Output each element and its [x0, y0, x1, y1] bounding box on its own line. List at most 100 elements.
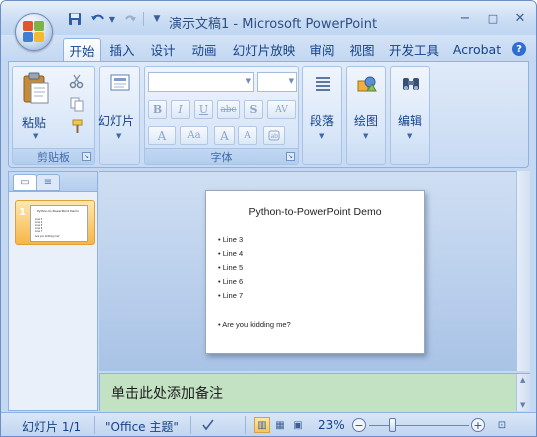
shadow-button[interactable]: S	[244, 100, 263, 119]
normal-view-icon[interactable]: ▥	[254, 417, 270, 433]
slide-bullet-text: Line 6	[222, 277, 244, 286]
slide-show-icon[interactable]: ▣	[290, 417, 306, 433]
underline-button[interactable]: U	[194, 100, 213, 119]
character-spacing-button[interactable]: AV	[267, 100, 296, 119]
slides-button[interactable]: 幻灯片 ▼	[98, 70, 141, 142]
thumb-bullet: Are you kidding me?	[35, 235, 60, 238]
zoom-in-icon[interactable]: +	[471, 418, 485, 432]
tab-insert[interactable]: 插入	[105, 38, 139, 61]
notes-pane[interactable]: 单击此处添加备注 ▲ ▼	[99, 373, 530, 411]
slides-dropdown-icon: ▼	[116, 132, 122, 140]
status-bar: 幻灯片 1/1 "Office 主题" ▥ ▦ ▣ 23% − + ⊡	[1, 412, 536, 436]
status-separator	[245, 416, 246, 434]
tab-review[interactable]: 审阅	[305, 38, 339, 61]
help-icon[interactable]: ?	[512, 42, 526, 56]
svg-text:ab: ab	[271, 133, 279, 140]
clipboard-group-text: 剪贴板	[37, 150, 70, 164]
editor-scrollbar[interactable]	[516, 171, 530, 371]
clipboard-group-label: 剪贴板 ↘	[13, 148, 94, 164]
maximize-button[interactable]: □	[481, 9, 505, 27]
spell-check-icon[interactable]	[200, 417, 216, 433]
shrink-font-button[interactable]: A	[238, 126, 257, 145]
slide-bullet[interactable]: • Line 5	[218, 263, 243, 272]
tab-design[interactable]: 设计	[146, 38, 180, 61]
paste-button[interactable]: 粘贴 ▼	[17, 70, 57, 142]
paragraph-label: 段落	[310, 114, 335, 128]
font-color-button[interactable]: A	[148, 126, 176, 145]
zoom-out-icon[interactable]: −	[352, 418, 366, 432]
slides-pane: ▭ ≡ 1 Python-to-PowerPoint Demo Line 3 L…	[8, 171, 98, 411]
strikethrough-button[interactable]: abc	[217, 100, 240, 119]
scroll-down-icon[interactable]: ▼	[520, 401, 525, 409]
window-title: 演示文稿1 - Microsoft PowerPoint	[169, 17, 378, 32]
zoom-level[interactable]: 23%	[318, 418, 345, 432]
slides-label: 幻灯片	[98, 114, 135, 128]
format-painter-icon[interactable]	[69, 119, 87, 135]
change-case-button[interactable]: Aa	[180, 126, 208, 145]
status-separator	[190, 416, 191, 434]
font-launcher-icon[interactable]: ↘	[286, 152, 295, 161]
clipboard-launcher-icon[interactable]: ↘	[82, 152, 91, 161]
paragraph-button[interactable]: 段落 ▼	[303, 70, 343, 162]
zoom-slider-track[interactable]	[369, 425, 469, 426]
slide-editor: Python-to-PowerPoint Demo • Line 3 • Lin…	[99, 171, 530, 371]
minimize-button[interactable]: −	[453, 9, 477, 27]
tab-home[interactable]: 开始	[63, 38, 101, 61]
outline-tab-icon[interactable]: ≡	[36, 174, 60, 191]
slide-canvas[interactable]: Python-to-PowerPoint Demo • Line 3 • Lin…	[205, 190, 425, 354]
drawing-button[interactable]: 绘图 ▼	[347, 70, 387, 162]
font-group-text: 字体	[210, 150, 233, 164]
clipboard-group: 粘贴 ▼ 剪贴板 ↘	[12, 66, 95, 165]
slide-bullet[interactable]: • Line 3	[218, 235, 243, 244]
thumb-bullet: Line 7	[35, 230, 43, 233]
cut-icon[interactable]	[69, 73, 87, 89]
powerpoint-window: ▼ ▼ 演示文稿1 - Microsoft PowerPoint − □ ✕ 开…	[0, 0, 537, 437]
italic-button[interactable]: I	[171, 100, 190, 119]
slide-thumbnail[interactable]: 1 Python-to-PowerPoint Demo Line 3 Line …	[15, 200, 95, 245]
ribbon-tabs: 开始 插入 设计 动画 幻灯片放映 审阅 视图 开发工具 Acrobat	[1, 35, 536, 61]
clear-formatting-icon[interactable]: ab	[263, 126, 285, 145]
drawing-label: 绘图	[354, 114, 379, 128]
scroll-up-icon[interactable]: ▲	[520, 376, 525, 384]
slide-bullet-text: Line 3	[222, 235, 244, 244]
toolbar-separator	[143, 12, 144, 26]
slides-pane-tabs: ▭ ≡	[9, 172, 97, 192]
slides-group: 幻灯片 ▼	[98, 66, 141, 165]
undo-dropdown-icon[interactable]: ▼	[107, 10, 117, 28]
slide-bullet-text: Line 4	[222, 249, 244, 258]
slide-bullet-text: Are you kidding me?	[222, 320, 291, 329]
font-size-box[interactable]: ▼	[257, 72, 297, 92]
slides-tab-icon[interactable]: ▭	[13, 174, 37, 191]
slide-bullet[interactable]: • Are you kidding me?	[218, 320, 291, 329]
copy-icon[interactable]	[69, 96, 87, 112]
grow-font-button[interactable]: A	[214, 126, 235, 145]
slide-bullet[interactable]: • Line 4	[218, 249, 243, 258]
save-icon[interactable]	[65, 10, 85, 28]
slide-counter: 幻灯片 1/1	[22, 420, 82, 434]
close-button[interactable]: ✕	[508, 9, 532, 27]
tab-view[interactable]: 视图	[345, 38, 379, 61]
undo-icon[interactable]	[87, 10, 109, 28]
bold-button[interactable]: B	[148, 100, 167, 119]
notes-placeholder[interactable]: 单击此处添加备注	[111, 383, 223, 403]
editing-button[interactable]: 编辑 ▼	[391, 70, 431, 162]
slide-bullet[interactable]: • Line 7	[218, 291, 243, 300]
font-name-box[interactable]: ▼	[148, 72, 254, 92]
slide-title[interactable]: Python-to-PowerPoint Demo	[206, 206, 424, 218]
tab-acrobat[interactable]: Acrobat	[449, 38, 505, 61]
slide-bullet-text: Line 5	[222, 263, 244, 272]
editing-group: 编辑 ▼	[390, 66, 430, 165]
tab-animations[interactable]: 动画	[187, 38, 221, 61]
customize-toolbar-icon[interactable]: ▼	[151, 10, 163, 28]
tab-developer[interactable]: 开发工具	[385, 38, 443, 61]
tab-slide-show[interactable]: 幻灯片放映	[229, 38, 299, 61]
font-group: ▼ ▼ B I U abc S AV A Aa A A ab 字体 ↘	[144, 66, 299, 165]
fit-to-window-icon[interactable]: ⊡	[494, 417, 510, 433]
zoom-slider-thumb[interactable]	[388, 418, 396, 432]
slide-sorter-icon[interactable]: ▦	[272, 417, 288, 433]
slide-bullet[interactable]: • Line 6	[218, 277, 243, 286]
notes-scrollbar[interactable]: ▲ ▼	[516, 374, 530, 411]
redo-icon[interactable]	[121, 10, 139, 28]
paragraph-icon	[316, 77, 330, 91]
office-button[interactable]	[15, 13, 53, 51]
